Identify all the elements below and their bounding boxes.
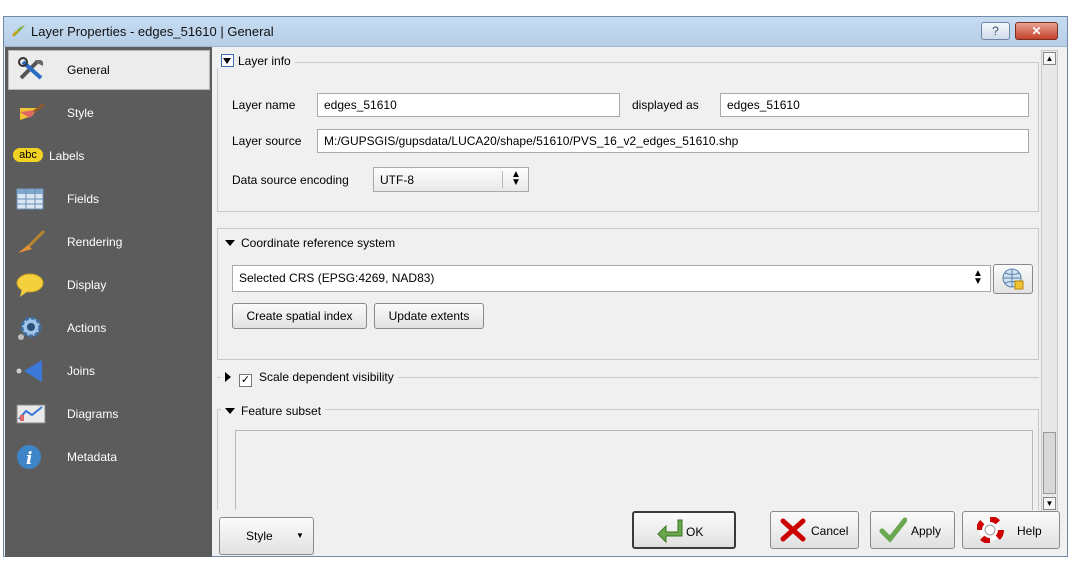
sidebar-label-rendering: Rendering	[67, 235, 123, 249]
cancel-label: Cancel	[811, 524, 849, 538]
sidebar-item-fields[interactable]: Fields	[5, 178, 212, 221]
sidebar-item-rendering[interactable]: Rendering	[5, 221, 212, 264]
expand-arrow-icon	[225, 372, 231, 382]
collapse-toggle-icon	[221, 54, 234, 67]
style-brush-icon	[20, 102, 45, 120]
help-label: Help	[1017, 524, 1042, 538]
sidebar-item-labels[interactable]: abc Labels	[5, 135, 212, 178]
qgis-app-icon	[12, 25, 25, 37]
sidebar-label-labels: Labels	[49, 149, 85, 163]
encoding-combo[interactable]: UTF-8 ▲ ▼	[373, 167, 529, 192]
style-menu-label: Style	[246, 529, 273, 543]
window-title: Layer Properties - edges_51610 | General	[31, 24, 274, 39]
scale-visibility-toggle[interactable]: ✓ Scale dependent visibility	[221, 370, 398, 387]
ok-arrow-icon	[657, 519, 683, 544]
style-menu-button[interactable]: Style ▼	[219, 517, 314, 555]
title-bar: Layer Properties - edges_51610 | General…	[4, 17, 1067, 47]
layer-name-input[interactable]: edges_51610	[317, 93, 620, 117]
sidebar-item-metadata[interactable]: i Metadata	[5, 436, 212, 479]
scale-visibility-legend: Scale dependent visibility	[259, 370, 394, 384]
crs-selector[interactable]: Selected CRS (EPSG:4269, NAD83) ▲ ▼	[232, 265, 991, 292]
create-spatial-index-button[interactable]: Create spatial index	[232, 303, 367, 329]
cancel-x-icon	[780, 518, 806, 542]
diagrams-icon	[16, 404, 46, 424]
sidebar-label-actions: Actions	[67, 321, 107, 335]
layer-info-group: Layer name edges_51610 displayed as edge…	[217, 62, 1039, 212]
crs-select-button[interactable]	[993, 264, 1033, 294]
sidebar-item-style[interactable]: Style	[5, 92, 212, 135]
crs-legend: Coordinate reference system	[241, 236, 396, 250]
globe-icon	[1002, 268, 1024, 290]
sidebar-label-general: General	[67, 63, 110, 77]
layer-name-label: Layer name	[232, 98, 296, 112]
display-bubble-icon	[16, 273, 44, 297]
collapse-arrow-icon	[225, 240, 235, 246]
vertical-scrollbar[interactable]: ▲ ▼	[1041, 50, 1058, 512]
sidebar-item-joins[interactable]: Joins	[5, 350, 212, 393]
general-tools-icon	[18, 57, 43, 80]
help-lifebuoy-icon	[977, 517, 1004, 543]
layer-info-legend: Layer info	[238, 54, 291, 68]
update-extents-button[interactable]: Update extents	[374, 303, 484, 329]
dropdown-arrow-icon: ▼	[296, 531, 304, 540]
actions-gear-icon	[18, 316, 42, 340]
general-page: Layer name edges_51610 displayed as edge…	[217, 52, 1039, 510]
sidebar-label-diagrams: Diagrams	[67, 407, 119, 421]
layer-properties-dialog: Layer Properties - edges_51610 | General…	[3, 16, 1068, 557]
spin-arrows-icon: ▲ ▼	[511, 169, 521, 188]
crs-toggle[interactable]: Coordinate reference system	[221, 236, 400, 250]
layer-source-input[interactable]: M:/GUPSGIS/gupsdata/LUCA20/shape/51610/P…	[317, 129, 1029, 153]
close-button[interactable]: ✕	[1015, 22, 1058, 40]
sidebar-item-general[interactable]: General	[8, 50, 210, 90]
scroll-up-icon[interactable]: ▲	[1043, 52, 1056, 65]
sidebar-label-metadata: Metadata	[67, 450, 118, 464]
title-help-button[interactable]: ?	[981, 22, 1010, 40]
layer-source-label: Layer source	[232, 134, 302, 148]
help-button[interactable]: Help	[962, 511, 1060, 549]
sidebar-label-style: Style	[67, 106, 94, 120]
encoding-label: Data source encoding	[232, 173, 349, 187]
ok-label: OK	[686, 525, 704, 539]
apply-button[interactable]: Apply	[870, 511, 955, 549]
sidebar-label-display: Display	[67, 278, 107, 292]
joins-arrow-icon	[16, 360, 42, 382]
crs-value: Selected CRS (EPSG:4269, NAD83)	[239, 271, 435, 285]
collapse-arrow-icon	[225, 408, 235, 414]
metadata-info-icon: i	[17, 445, 41, 469]
encoding-value: UTF-8	[380, 173, 414, 187]
displayed-as-label: displayed as	[632, 98, 699, 112]
displayed-as-input[interactable]: edges_51610	[720, 93, 1029, 117]
scroll-thumb[interactable]	[1043, 432, 1056, 494]
sidebar-label-joins: Joins	[67, 364, 96, 378]
sidebar: General Style abc Labels Fields Renderin…	[5, 47, 212, 557]
sidebar-item-actions[interactable]: Actions	[5, 307, 212, 350]
feature-subset-toggle[interactable]: Feature subset	[221, 404, 326, 418]
sidebar-item-diagrams[interactable]: Diagrams	[5, 393, 212, 436]
spin-arrows-icon: ▲ ▼	[973, 268, 983, 287]
rendering-brush-icon	[18, 229, 46, 253]
feature-subset-legend: Feature subset	[241, 404, 322, 418]
svg-text:i: i	[26, 449, 32, 469]
sidebar-label-fields: Fields	[67, 192, 100, 206]
layer-info-toggle[interactable]: Layer info	[217, 54, 295, 68]
scroll-down-icon[interactable]: ▼	[1043, 497, 1056, 510]
fields-table-icon	[16, 188, 44, 210]
sidebar-item-display[interactable]: Display	[5, 264, 212, 307]
cancel-button[interactable]: Cancel	[770, 511, 859, 549]
apply-label: Apply	[911, 524, 942, 538]
labels-abc-icon: abc	[13, 148, 43, 162]
subset-query-textarea[interactable]	[235, 430, 1033, 510]
ok-button[interactable]: OK	[632, 511, 736, 549]
scale-visibility-checkbox[interactable]: ✓	[239, 374, 252, 387]
apply-check-icon	[879, 517, 907, 543]
